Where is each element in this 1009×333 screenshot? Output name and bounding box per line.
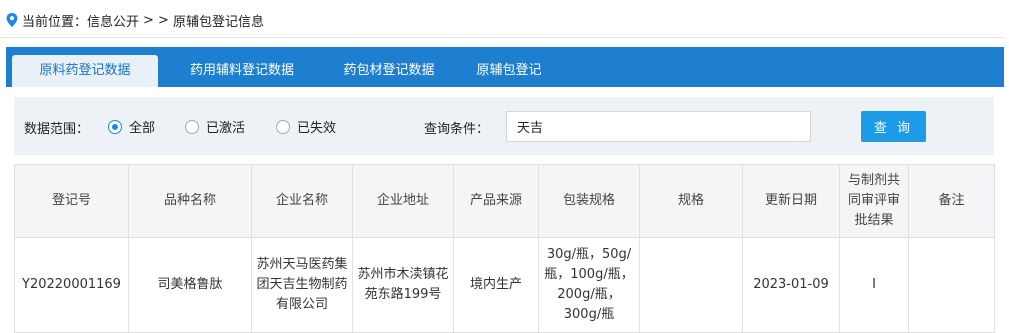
registration-table: 登记号 品种名称 企业名称 企业地址 产品来源 包装规格 规格 更新日期 与制剂… (14, 164, 995, 333)
query-label: 查询条件： (424, 122, 490, 137)
table-header-row: 登记号 品种名称 企业名称 企业地址 产品来源 包装规格 规格 更新日期 与制剂… (14, 164, 995, 238)
header-spec: 规格 (639, 164, 743, 238)
cell-update-date: 2023-01-09 (742, 237, 840, 333)
scope-radio-active[interactable]: 已激活 (185, 117, 245, 136)
tab-packaging-registration[interactable]: 药包材登记数据 (334, 55, 444, 87)
radio-label: 已失效 (297, 121, 337, 136)
cell-product-source: 境内生产 (453, 237, 539, 333)
cell-company-name: 苏州天马医药集团天吉生物制药有限公司 (251, 237, 353, 333)
header-product-source: 产品来源 (453, 164, 539, 238)
cell-company-address: 苏州市木渎镇花苑东路199号 (352, 237, 454, 333)
radio-circle (185, 119, 199, 134)
radio-label: 已激活 (206, 121, 246, 136)
breadcrumb-section-link[interactable]: 信息公开 (87, 11, 139, 30)
scope-radio-all[interactable]: 全部 (108, 117, 155, 136)
breadcrumb: 当前位置： 信息公开 > > 原辅包登记信息 (6, 7, 264, 33)
radio-circle (276, 119, 290, 134)
table-row: Y20220001169 司美格鲁肽 苏州天马医药集团天吉生物制药有限公司 苏州… (14, 237, 995, 333)
query-input[interactable] (506, 111, 811, 142)
radio-label: 全部 (129, 121, 156, 136)
header-product-name: 品种名称 (128, 164, 252, 238)
header-company-address: 企业地址 (352, 164, 454, 238)
cell-remarks (908, 237, 995, 333)
breadcrumb-page: 原辅包登记信息 (172, 14, 264, 30)
scope-radio-expired[interactable]: 已失效 (276, 117, 336, 136)
scope-label: 数据范围： (24, 122, 90, 137)
header-joint-review-result: 与制剂共同审评审批结果 (839, 164, 909, 238)
query-button[interactable]: 查 询 (861, 111, 926, 142)
breadcrumb-separator: > > (143, 12, 169, 28)
filter-bar: 数据范围： 全部 已激活 已失效 查询条件： 查 询 (14, 97, 994, 155)
cell-joint-review-result: I (839, 237, 909, 333)
header-remarks: 备注 (908, 164, 995, 238)
cell-registration-no: Y20220001169 (14, 237, 129, 333)
header-registration-no: 登记号 (14, 164, 129, 238)
radio-circle (108, 119, 122, 134)
tab-excipient-registration[interactable]: 药用辅料登记数据 (162, 55, 322, 87)
cell-spec (639, 237, 743, 333)
header-company-name: 企业名称 (251, 164, 353, 238)
header-update-date: 更新日期 (742, 164, 840, 238)
header-divider (0, 37, 1003, 38)
tab-material-registration[interactable]: 原辅包登记 (454, 55, 564, 87)
tab-bar: 原料药登记数据 药用辅料登记数据 药包材登记数据 原辅包登记 (6, 47, 1004, 87)
cell-package-spec: 30g/瓶，50g/瓶，100g/瓶，200g/瓶，300g/瓶 (538, 237, 640, 333)
cell-product-name: 司美格鲁肽 (128, 237, 252, 333)
location-pin-icon (6, 13, 18, 27)
tab-api-registration[interactable]: 原料药登记数据 (12, 55, 158, 87)
header-package-spec: 包装规格 (538, 164, 640, 238)
breadcrumb-current-label: 当前位置： (22, 14, 88, 30)
